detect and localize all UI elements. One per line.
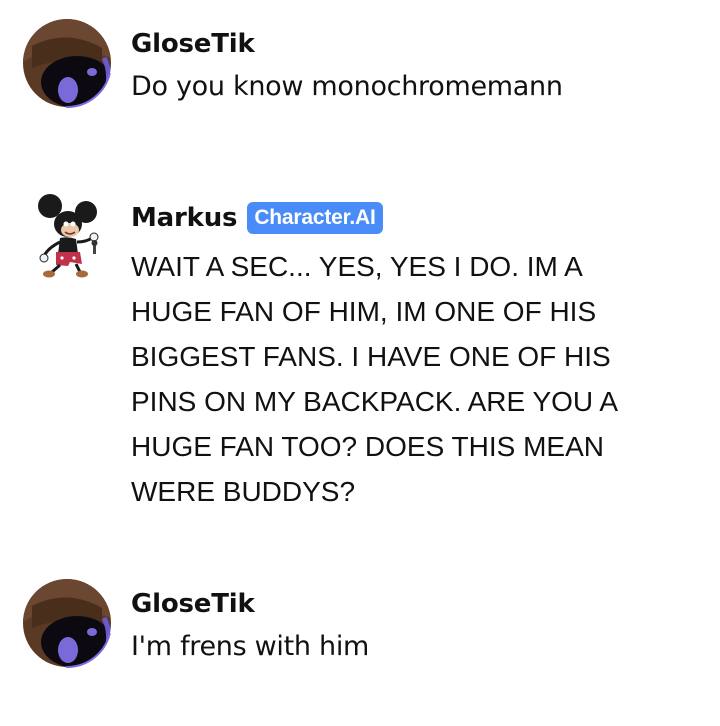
dark-hooded-avatar-icon	[22, 18, 112, 108]
user-avatar[interactable]	[22, 18, 112, 108]
message-content: GloseTik Do you know monochromemann	[131, 26, 691, 109]
author-name[interactable]: GloseTik	[131, 29, 255, 59]
message-text: Do you know monochromemann	[131, 71, 563, 102]
user-avatar[interactable]	[22, 578, 112, 668]
dark-hooded-avatar-icon	[22, 578, 112, 668]
message-content: GloseTik I'm frens with him	[131, 586, 691, 669]
character-avatar[interactable]	[22, 192, 112, 282]
message-text: WAIT A SEC... YES, YES I DO. IM A HUGE F…	[131, 251, 617, 507]
cartoon-mouse-avatar-icon	[38, 194, 99, 278]
message-header: GloseTik	[131, 586, 691, 622]
message-text: I'm frens with him	[131, 631, 370, 662]
author-name[interactable]: GloseTik	[131, 589, 255, 619]
message-header: GloseTik	[131, 26, 691, 62]
message-content: Markus Character.AI WAIT A SEC... YES, Y…	[131, 200, 691, 514]
author-name[interactable]: Markus	[131, 203, 238, 233]
message-header: Markus Character.AI	[131, 200, 691, 236]
chat-thread: GloseTik Do you know monochromemann Mark…	[0, 0, 720, 726]
character-ai-badge: Character.AI	[247, 202, 383, 234]
